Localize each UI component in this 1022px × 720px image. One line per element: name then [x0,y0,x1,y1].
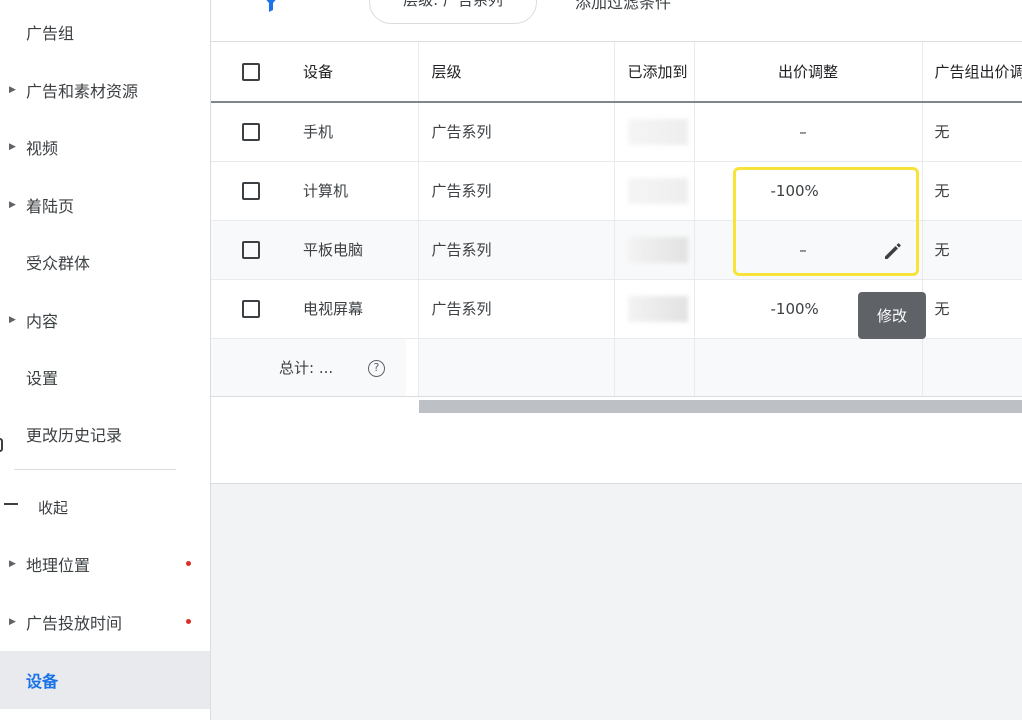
added-cell [613,161,694,221]
minus-icon [4,503,18,505]
sidebar-item-ad-groups[interactable]: 广告组 [0,3,210,61]
edit-tooltip: 修改 [858,292,926,339]
pencil-edit-icon[interactable] [883,241,903,265]
select-all-checkbox[interactable] [242,62,260,81]
total-row: 总计: ... ? [211,338,1022,397]
total-cell [613,338,694,397]
row-check-cell [211,102,291,162]
row-checkbox[interactable] [242,181,260,200]
sidebar-item-label: 更改历史记录 [26,426,123,445]
column-header-added[interactable]: 已添加到 [613,42,694,103]
group-bid-cell: 无 [921,102,1022,162]
group-bid-cell: 无 [921,161,1022,221]
sidebar-item-label: 广告组 [26,24,75,43]
row-checkbox[interactable] [242,299,260,318]
row-check-cell [211,220,291,280]
filter-icon[interactable] [262,0,280,16]
column-header-bid-adjust[interactable]: 出价调整 [693,42,922,103]
level-cell: 广告系列 [417,220,614,280]
sidebar-divider [14,469,176,470]
redacted-value [627,118,688,145]
bid-adjust-value: -100% [770,181,819,200]
bid-adjust-cell[interactable]: – [693,102,922,162]
expand-arrow-icon: ▶ [9,200,16,210]
sidebar-item-ads-assets[interactable]: ▶ 广告和素材资源 [0,61,210,119]
tooltip-label: 修改 [876,307,907,325]
bid-adjust-cell[interactable]: -100% [693,161,922,221]
alert-dot-icon [186,619,191,624]
filter-chip-label: 层级: 广告系列 [403,0,503,9]
sidebar-item-audiences[interactable]: 受众群体 [0,233,210,291]
table-header-row: 设备 层级 已添加到 出价调整 广告组出价调整 [211,42,1022,103]
added-cell [613,102,694,162]
bid-adjust-value: – [799,122,807,141]
redacted-value [627,295,688,322]
collapse-label: 收起 [38,498,69,517]
row-check-cell [211,161,291,221]
expand-arrow-icon: ▶ [9,617,16,627]
devices-panel: 层级: 广告系列 添加过滤条件 设备 层级 已添加到 出价调整 广告组出价调整 … [211,0,1022,484]
device-cell: 平板电脑 [291,220,418,280]
device-cell: 电视屏幕 [291,279,418,339]
horizontal-scrollbar[interactable] [419,400,1022,413]
expand-arrow-icon: ▶ [9,142,16,152]
filter-chip-level[interactable]: 层级: 广告系列 [369,0,537,24]
level-cell: 广告系列 [417,161,614,221]
level-cell: 广告系列 [417,279,614,339]
expand-arrow-icon: ▶ [9,315,16,325]
added-cell [613,279,694,339]
row-check-cell [211,279,291,339]
group-bid-cell: 无 [921,279,1022,339]
sidebar-item-label: 设置 [26,369,59,388]
table-row: 计算机 广告系列 -100% 无 [211,161,1022,221]
filter-bar: 层级: 广告系列 添加过滤条件 [211,0,1022,42]
expand-arrow-icon: ▶ [9,85,16,95]
column-header-group-bid[interactable]: 广告组出价调整 [921,42,1022,103]
select-all-cell [211,42,291,103]
column-header-device[interactable]: 设备 [291,42,418,103]
sidebar: 广告组 ▶ 广告和素材资源 ▶ 视频 ▶ 着陆页 受众群体 ▶ 内容 设置 更改… [0,0,211,720]
sidebar-item-devices[interactable]: 设备 [0,651,210,709]
level-cell: 广告系列 [417,102,614,162]
sidebar-item-label: 广告和素材资源 [26,82,139,101]
sidebar-item-label: 内容 [26,312,59,331]
sidebar-item-change-history[interactable]: 更改历史记录 [0,405,210,463]
sidebar-item-label: 广告投放时间 [26,614,123,633]
sidebar-item-ad-schedule[interactable]: ▶ 广告投放时间 [0,593,210,651]
group-bid-cell: 无 [921,220,1022,280]
row-checkbox[interactable] [242,123,260,141]
add-filter-button[interactable]: 添加过滤条件 [575,0,671,13]
total-cell [417,338,614,397]
total-label-cell: 总计: ... ? [279,338,406,397]
sidebar-item-content[interactable]: ▶ 内容 [0,291,210,349]
devices-table: 设备 层级 已添加到 出价调整 广告组出价调整 手机 广告系列 – 无 [211,42,1022,397]
sidebar-item-settings[interactable]: 设置 [0,348,210,406]
edge-mark-icon [0,438,3,452]
main-content: 层级: 广告系列 添加过滤条件 设备 层级 已添加到 出价调整 广告组出价调整 … [211,0,1022,720]
sidebar-item-locations[interactable]: ▶ 地理位置 [0,535,210,593]
device-cell: 手机 [291,102,418,162]
sidebar-item-landing-pages[interactable]: ▶ 着陆页 [0,176,210,234]
redacted-value [627,236,688,263]
device-cell: 计算机 [291,161,418,221]
expand-arrow-icon: ▶ [9,559,16,569]
row-checkbox[interactable] [242,240,260,259]
column-header-level[interactable]: 层级 [417,42,614,103]
sidebar-item-label: 地理位置 [26,556,91,575]
help-icon[interactable]: ? [367,359,385,377]
sidebar-item-videos[interactable]: ▶ 视频 [0,118,210,176]
redacted-value [627,177,688,204]
alert-dot-icon [186,561,191,566]
sidebar-item-label: 受众群体 [26,254,91,273]
sidebar-item-label: 着陆页 [26,197,75,216]
total-cell [921,338,1022,397]
total-label: 总计: ... [279,358,334,377]
collapse-button[interactable]: 收起 [0,478,210,536]
table-row: 手机 广告系列 – 无 [211,102,1022,162]
sidebar-item-label: 设备 [26,672,59,691]
added-cell [613,220,694,280]
sidebar-item-label: 视频 [26,139,59,158]
total-cell [693,338,922,397]
